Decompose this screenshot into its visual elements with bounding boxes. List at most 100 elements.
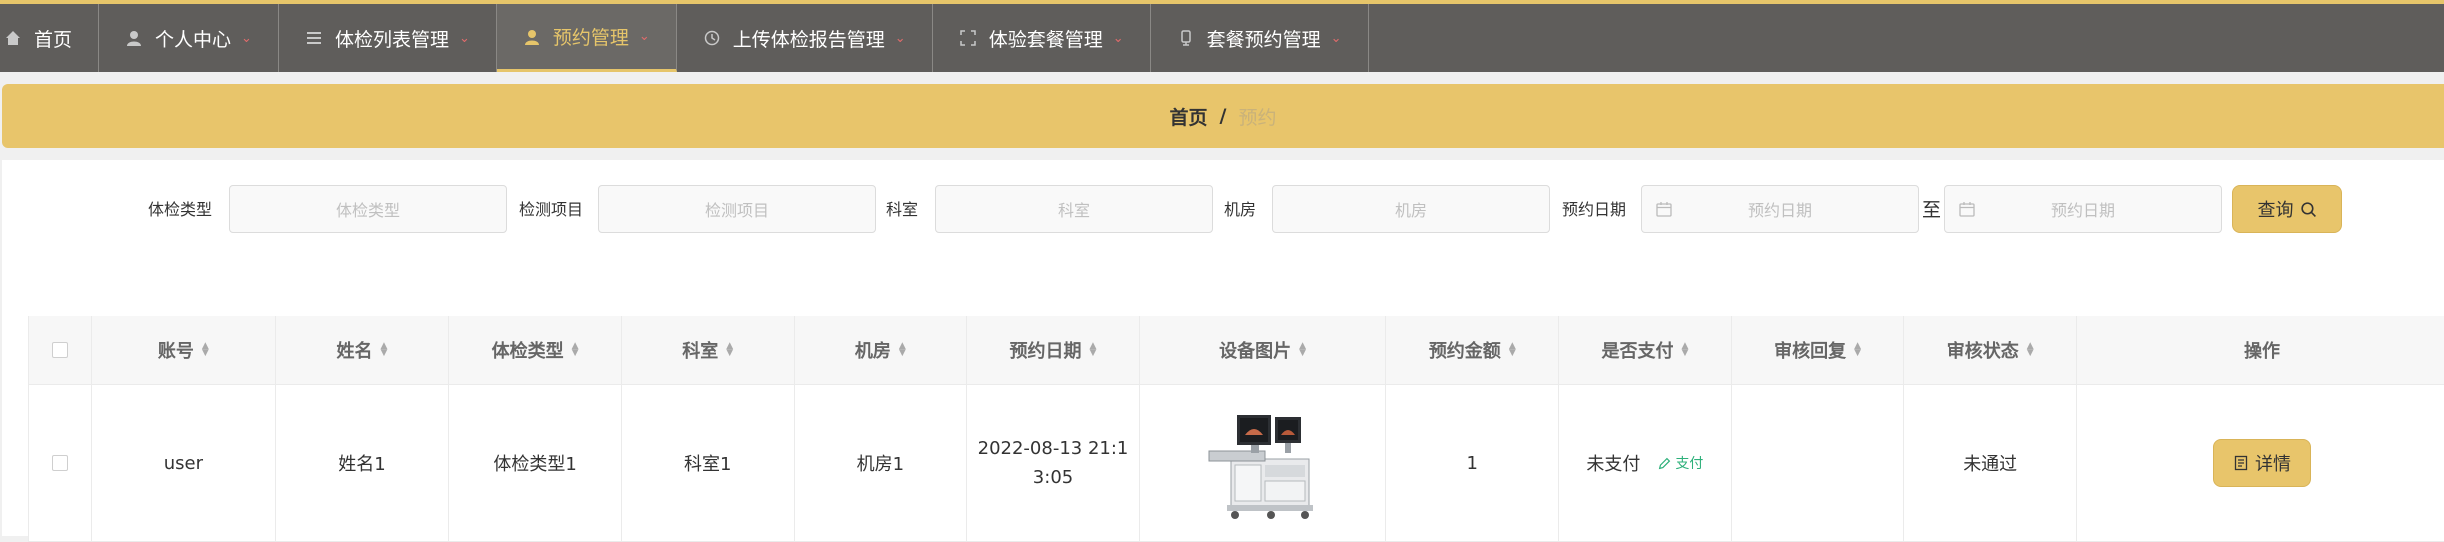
header-actions: 操作: [2077, 316, 2444, 384]
nav-item-package-appointment[interactable]: 套餐预约管理 ⌄: [1151, 4, 1369, 72]
sort-icon[interactable]: ▲ ▼: [380, 342, 387, 358]
edit-icon: [1659, 457, 1671, 469]
chevron-down-icon: ⌄: [1330, 30, 1342, 46]
pay-link[interactable]: 支付: [1658, 453, 1703, 473]
cell-status: 未通过: [1904, 385, 2078, 541]
cell-device-image: [1140, 385, 1387, 541]
nav-item-exam-list[interactable]: 体检列表管理 ⌄: [279, 4, 497, 72]
appointment-table: 账号 ▲ ▼ 姓名 ▲ ▼ 体检类型 ▲ ▼ 科室 ▲ ▼ 机房 ▲ ▼ 预约日期 ▲ ▼ 设备图片 ▲ ▼…: [28, 316, 2444, 542]
header-date[interactable]: 预约日期 ▲ ▼: [967, 316, 1140, 384]
exam-type-label: 体检类型: [148, 200, 213, 219]
query-button[interactable]: 查询: [2232, 185, 2342, 233]
nav-menu: 首页 个人中心 ⌄ 体检列表管理 ⌄ 预约管理 ⌄ 上传体检报告管理 ⌄ 体验套…: [0, 4, 2444, 72]
paid-status: 未支付: [1586, 454, 1641, 475]
home-icon: [4, 29, 22, 47]
ultrasound-device-image[interactable]: [1201, 401, 1325, 525]
sort-icon[interactable]: ▲ ▼: [726, 342, 733, 358]
header-name[interactable]: 姓名 ▲ ▼: [276, 316, 450, 384]
calendar-icon: [1656, 202, 1672, 217]
row-select-cell: [29, 385, 93, 541]
header-label: 机房: [854, 341, 891, 362]
room-placeholder: 机房: [1394, 201, 1427, 220]
nav-item-report-upload[interactable]: 上传体检报告管理 ⌄: [677, 4, 933, 72]
test-item-placeholder: 检测项目: [704, 201, 769, 220]
sort-icon[interactable]: ▲ ▼: [202, 342, 209, 358]
nav-item-label: 套餐预约管理: [1206, 28, 1321, 51]
sort-icon[interactable]: ▲ ▼: [1509, 342, 1516, 358]
nav-item-label: 预约管理: [552, 27, 629, 49]
cell-date: 2022-08-13 21:1 3:05: [967, 385, 1140, 541]
top-navigation-bar: 首页 个人中心 ⌄ 体检列表管理 ⌄ 预约管理 ⌄ 上传体检报告管理 ⌄ 体验套…: [0, 0, 2444, 72]
cell-amount: 1: [1386, 385, 1560, 541]
header-label: 预约日期: [1009, 341, 1082, 362]
cell-exam-type: 体检类型1: [449, 385, 622, 541]
exam-type-input[interactable]: 体检类型: [229, 185, 507, 233]
header-department[interactable]: 科室 ▲ ▼: [622, 316, 795, 384]
sort-icon[interactable]: ▲ ▼: [899, 342, 906, 358]
nav-item-home[interactable]: 首页: [0, 4, 100, 72]
department-input[interactable]: 科室: [935, 185, 1213, 233]
date-start-input[interactable]: 预约日期: [1641, 185, 1919, 233]
sort-icon[interactable]: ▲ ▼: [572, 342, 579, 358]
table-row: user 姓名1 体检类型1 科室1 机房1 2022-08-13 21:1 3…: [29, 385, 2444, 542]
cell-actions: 详情: [2077, 385, 2444, 541]
date-line-2: 3:05: [1032, 467, 1074, 488]
sort-icon[interactable]: ▲ ▼: [1299, 342, 1306, 358]
test-item-input[interactable]: 检测项目: [598, 185, 876, 233]
department-placeholder: 科室: [1057, 201, 1090, 220]
sort-icon[interactable]: ▲ ▼: [1681, 342, 1688, 358]
chevron-down-icon: ⌄: [458, 30, 470, 46]
department-label: 科室: [886, 200, 919, 219]
date-end-placeholder: 预约日期: [2050, 201, 2115, 220]
nav-item-label: 上传体检报告管理: [732, 28, 885, 51]
nav-item-appointment[interactable]: 预约管理 ⌄: [496, 4, 677, 72]
nav-item-label: 首页: [34, 28, 73, 51]
header-room[interactable]: 机房 ▲ ▼: [795, 316, 968, 384]
user-icon: [125, 29, 143, 47]
header-label: 是否支付: [1601, 341, 1674, 362]
date-end-input[interactable]: 预约日期: [1944, 185, 2222, 233]
nav-item-label: 个人中心: [155, 28, 232, 51]
phone-icon: [1177, 29, 1195, 47]
sort-icon[interactable]: ▲ ▼: [2027, 342, 2034, 358]
appointment-date-label: 预约日期: [1562, 200, 1627, 219]
nav-item-label: 体检列表管理: [334, 28, 449, 51]
query-button-label: 查询: [2257, 200, 2294, 221]
header-amount[interactable]: 预约金额 ▲ ▼: [1386, 316, 1560, 384]
room-label: 机房: [1224, 200, 1257, 219]
header-select-all-cell: [29, 316, 93, 384]
chevron-down-icon: ⌄: [241, 30, 252, 46]
breadcrumb-home[interactable]: 首页: [1170, 103, 1208, 130]
sort-icon[interactable]: ▲ ▼: [1090, 342, 1097, 358]
header-device-image[interactable]: 设备图片 ▲ ▼: [1140, 316, 1387, 384]
header-label: 预约金额: [1428, 341, 1501, 362]
detail-button-label: 详情: [2254, 454, 2291, 475]
detail-button[interactable]: 详情: [2212, 439, 2311, 487]
user-icon: [523, 28, 541, 46]
nav-item-package[interactable]: 体验套餐管理 ⌄: [933, 4, 1151, 72]
header-paid[interactable]: 是否支付 ▲ ▼: [1559, 316, 1732, 384]
select-all-checkbox[interactable]: [52, 342, 69, 358]
clock-icon: [703, 29, 721, 47]
sort-icon[interactable]: ▲ ▼: [1854, 342, 1861, 358]
table-header-row: 账号 ▲ ▼ 姓名 ▲ ▼ 体检类型 ▲ ▼ 科室 ▲ ▼ 机房 ▲ ▼ 预约日期 ▲ ▼ 设备图片 ▲ ▼…: [29, 316, 2444, 385]
header-account[interactable]: 账号 ▲ ▼: [92, 316, 276, 384]
date-range-separator: 至: [1922, 199, 1942, 221]
row-checkbox[interactable]: [52, 455, 69, 471]
calendar-icon: [1959, 202, 1975, 217]
exam-type-placeholder: 体检类型: [335, 201, 400, 220]
pay-link-label: 支付: [1675, 456, 1704, 472]
breadcrumb-current: 预约: [1238, 106, 1277, 129]
chevron-down-icon: ⌄: [894, 30, 906, 46]
header-label: 操作: [2243, 341, 2280, 362]
header-label: 科室: [682, 341, 719, 362]
room-input[interactable]: 机房: [1272, 185, 1550, 233]
nav-item-personal-center[interactable]: 个人中心 ⌄: [99, 4, 279, 72]
header-status[interactable]: 审核状态 ▲ ▼: [1904, 316, 2078, 384]
header-exam-type[interactable]: 体检类型 ▲ ▼: [449, 316, 622, 384]
chevron-down-icon: ⌄: [638, 29, 650, 44]
nav-item-label: 体验套餐管理: [988, 28, 1103, 51]
fullscreen-icon: [959, 29, 977, 47]
search-form: 体检类型 体检类型 检测项目 检测项目 科室 科室 机房 机房 预约日期 预约日…: [2, 184, 2444, 236]
header-reply[interactable]: 审核回复 ▲ ▼: [1732, 316, 1905, 384]
